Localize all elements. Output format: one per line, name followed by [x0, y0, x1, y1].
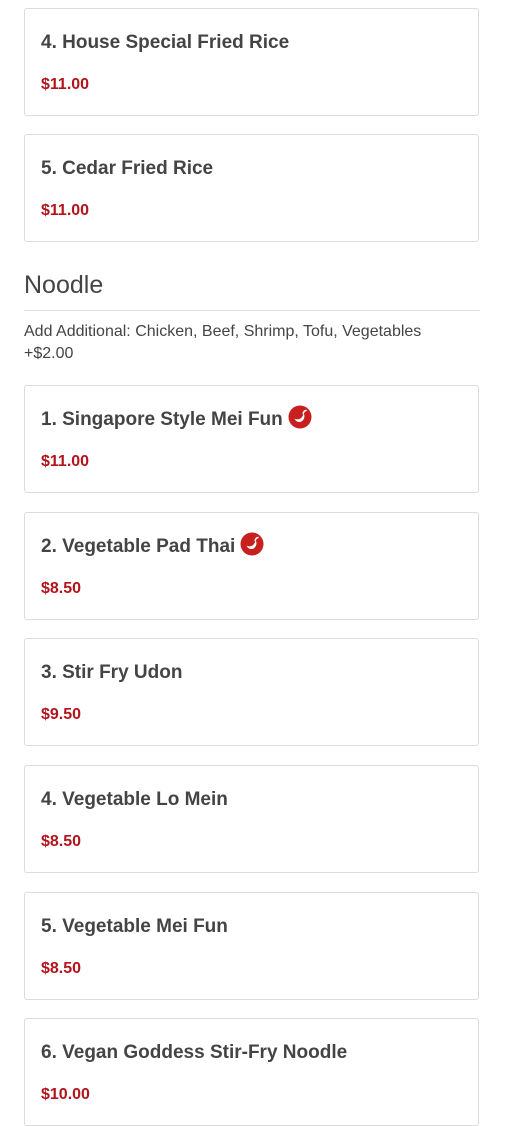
menu-item-price: $11.00: [41, 453, 90, 470]
menu-item-name-row: 2. Vegetable Pad Thai: [41, 532, 264, 558]
menu-item-name: 2. Vegetable Pad Thai: [41, 536, 236, 557]
menu-item-name: 5. Cedar Fried Rice: [41, 158, 214, 179]
menu-item-name: 4. House Special Fried Rice: [41, 32, 290, 53]
section-description: Add Additional: Chicken, Beef, Shrimp, T…: [24, 323, 422, 362]
menu-item-name: 6. Vegan Goddess Stir-Fry Noodle: [41, 1042, 348, 1063]
menu-item-price: $8.50: [41, 580, 82, 597]
menu-item-card[interactable]: 1. Singapore Style Mei Fun $11.00: [24, 385, 479, 493]
menu-item-card[interactable]: 4. House Special Fried Rice $11.00: [24, 8, 479, 116]
menu-item-name: 5. Vegetable Mei Fun: [41, 916, 228, 937]
menu-item-price: $8.50: [41, 833, 82, 850]
menu-item-price: $9.50: [41, 706, 82, 723]
spicy-pepper-icon: [288, 405, 312, 429]
menu-item-name-row: 1. Singapore Style Mei Fun: [41, 405, 312, 431]
spicy-pepper-icon: [240, 532, 264, 556]
menu-item-name: 3. Stir Fry Udon: [41, 662, 183, 683]
section-title: Noodle: [24, 271, 104, 299]
menu-item-card[interactable]: 6. Vegan Goddess Stir-Fry Noodle $10.00: [24, 1018, 479, 1126]
menu-item-card[interactable]: 5. Vegetable Mei Fun $8.50: [24, 892, 479, 1000]
menu-item-price: $10.00: [41, 1086, 90, 1103]
menu-item-card[interactable]: 3. Stir Fry Udon $9.50: [24, 638, 479, 746]
menu-item-name: 1. Singapore Style Mei Fun: [41, 409, 283, 430]
menu-item-card[interactable]: 5. Cedar Fried Rice $11.00: [24, 134, 479, 242]
section-divider: [24, 310, 480, 311]
menu-item-price: $11.00: [41, 76, 90, 93]
menu-item-price: $11.00: [41, 202, 90, 219]
menu-item-card[interactable]: 4. Vegetable Lo Mein $8.50: [24, 765, 479, 873]
menu-item-price: $8.50: [41, 960, 82, 977]
menu-item-card[interactable]: 2. Vegetable Pad Thai $8.50: [24, 512, 479, 620]
menu-item-name: 4. Vegetable Lo Mein: [41, 789, 228, 810]
